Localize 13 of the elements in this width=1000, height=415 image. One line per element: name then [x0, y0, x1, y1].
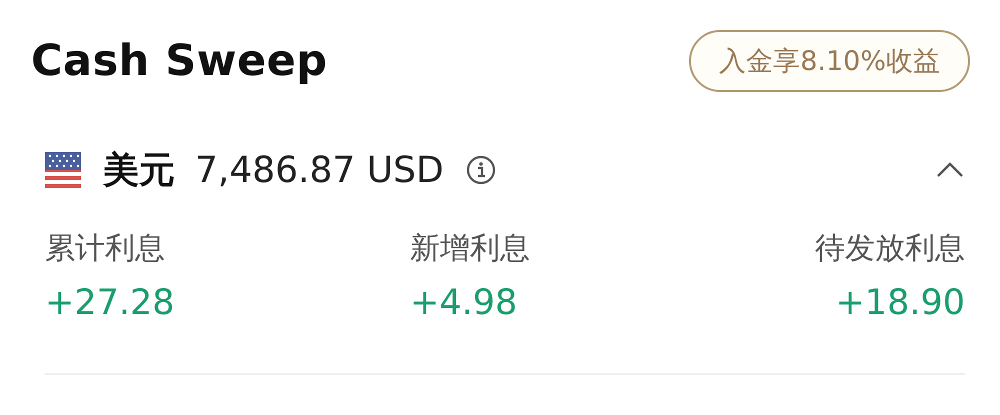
info-icon[interactable]	[466, 155, 496, 185]
stat-value: +18.90	[835, 283, 965, 323]
currency-amount: 7,486.87 USD	[195, 150, 444, 190]
stat-label: 待发放利息	[815, 230, 965, 268]
promo-badge[interactable]: 入金享8.10%收益	[689, 30, 970, 92]
collapse-chevron-icon[interactable]	[936, 162, 964, 178]
currency-name: 美元	[103, 148, 175, 192]
stat-value: +4.98	[410, 283, 518, 323]
stat-label: 新增利息	[410, 230, 531, 268]
flag-icon	[45, 152, 81, 188]
stat-label: 累计利息	[45, 230, 166, 268]
stat-value: +27.28	[45, 283, 176, 323]
page-title: Cash Sweep	[31, 36, 328, 86]
